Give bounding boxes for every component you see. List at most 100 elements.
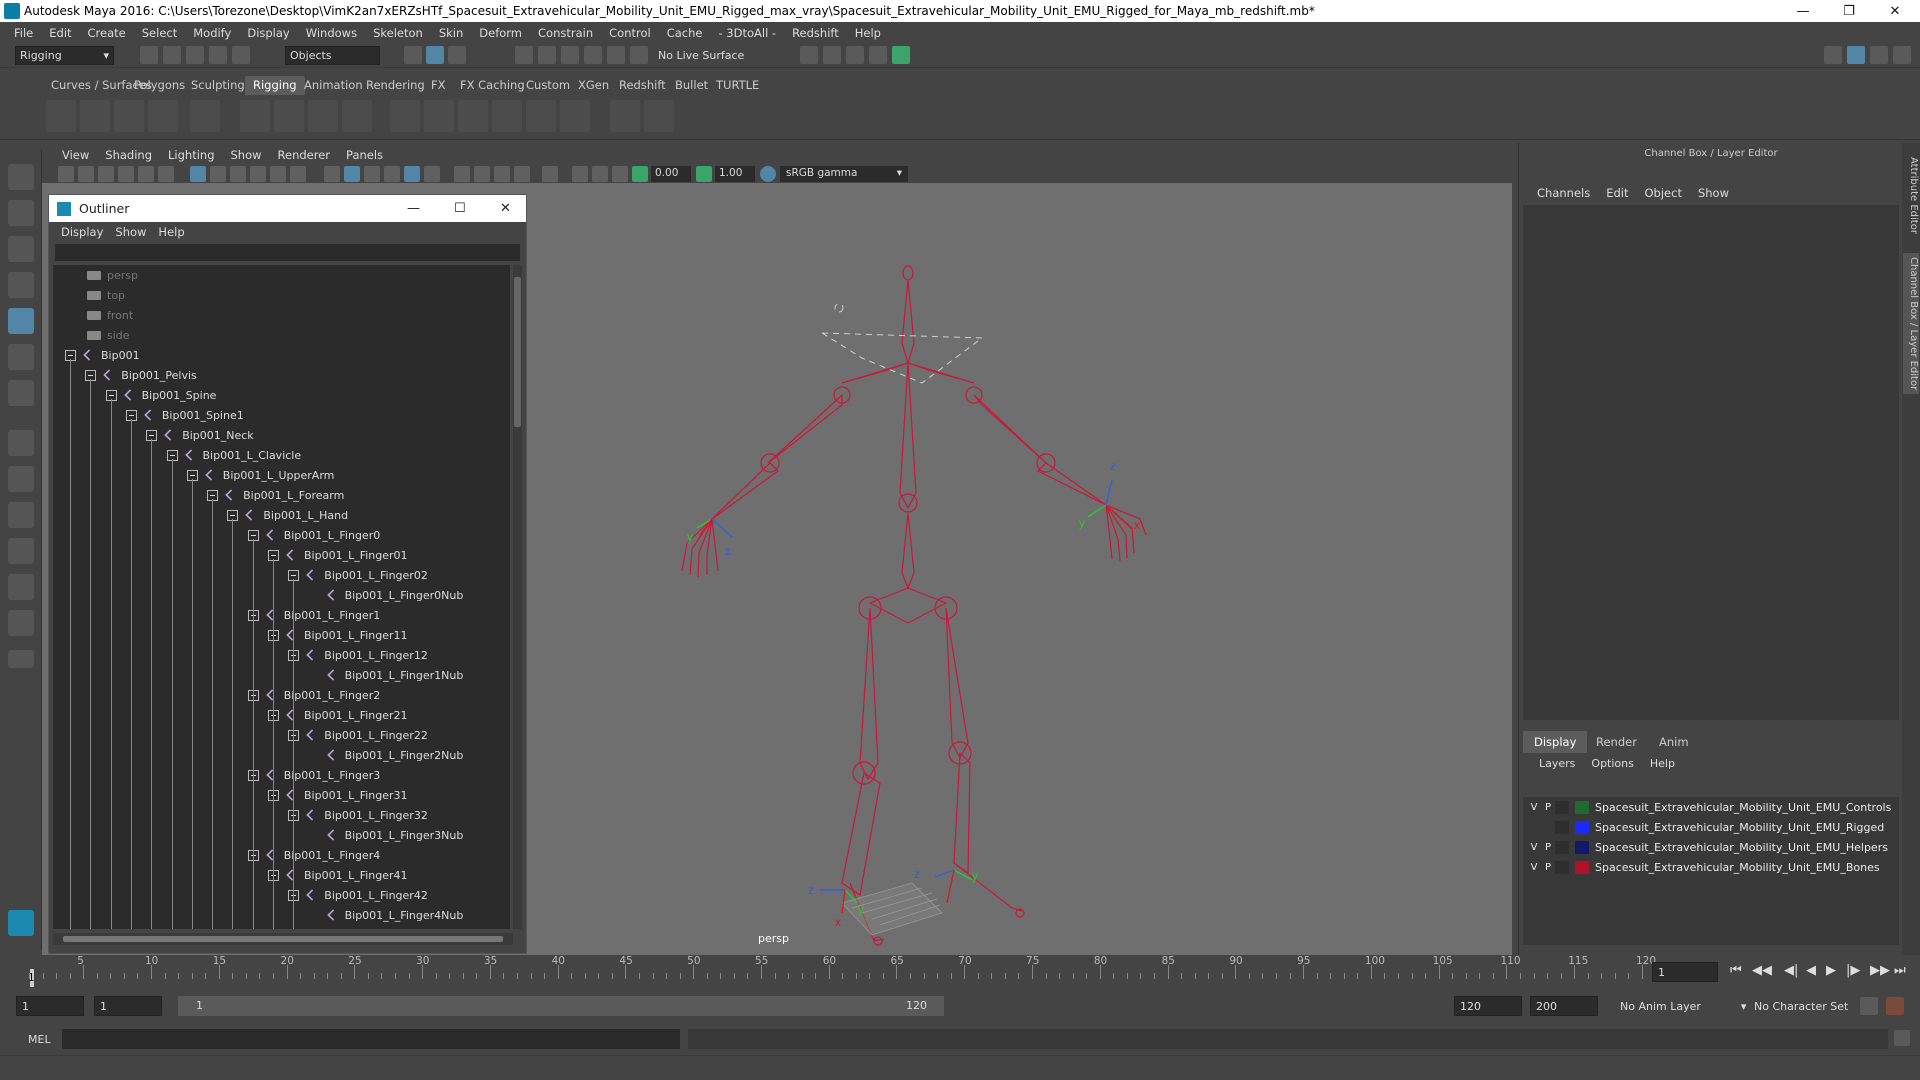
maximize-button[interactable]: ❐ <box>1826 0 1872 22</box>
menu-create[interactable]: Create <box>80 26 134 40</box>
wireframe-on-shaded-icon[interactable] <box>364 166 380 182</box>
outliner-joint-item[interactable]: Bip001_L_Finger01 <box>268 545 408 565</box>
layer-display-type-toggle[interactable] <box>1555 840 1569 854</box>
outliner-joint-item[interactable]: Bip001_L_UpperArm <box>186 465 334 485</box>
layer-menu-options[interactable]: Options <box>1583 757 1641 770</box>
shelf-tab-redshift[interactable]: Redshift <box>611 76 674 95</box>
outliner-joint-item[interactable]: Bip001_L_Finger2Nub <box>309 745 463 765</box>
play-forwards-icon[interactable]: ▶ <box>1826 963 1836 978</box>
outliner-joint-item[interactable]: Bip001_L_Finger4Nub <box>309 905 463 925</box>
hypershade-icon[interactable] <box>892 46 910 64</box>
outliner-camera-item[interactable]: persp <box>87 265 138 285</box>
step-back-key-icon[interactable]: ◀◀ <box>1752 963 1772 978</box>
exposure-field[interactable]: 0.00 <box>651 166 691 182</box>
move-tool-icon[interactable] <box>8 272 34 298</box>
ik-handle-icon[interactable] <box>80 100 110 132</box>
snap-curve-icon[interactable] <box>538 46 556 64</box>
layer-visibility-toggle[interactable]: V <box>1527 862 1541 873</box>
redo-icon[interactable] <box>232 46 250 64</box>
layer-row[interactable]: V P Spacesuit_Extravehicular_Mobility_Unit… <box>1523 857 1899 877</box>
wrap-icon[interactable] <box>308 100 338 132</box>
safe-action-icon[interactable] <box>290 166 306 182</box>
scale-tool-icon[interactable] <box>8 344 34 370</box>
menu-control[interactable]: Control <box>601 26 659 40</box>
outliner-joint-item[interactable]: Bip001_L_Finger3Nub <box>309 825 463 845</box>
step-forward-key-icon[interactable]: ▶▶ <box>1870 963 1890 978</box>
layer-menu-help[interactable]: Help <box>1642 757 1683 770</box>
depth-of-field-icon[interactable] <box>514 166 530 182</box>
shelf-tab-rendering[interactable]: Rendering <box>358 76 433 95</box>
copy-weights-icon[interactable] <box>492 100 522 132</box>
outliner-joint-item[interactable]: Bip001_L_Finger11 <box>268 625 408 645</box>
step-forward-frame-icon[interactable]: |▶ <box>1846 963 1860 978</box>
layer-display-type-toggle[interactable] <box>1555 820 1569 834</box>
anti-aliasing-icon[interactable] <box>494 166 510 182</box>
image-plane-icon[interactable] <box>118 166 134 182</box>
close-button[interactable]: ✕ <box>1872 0 1918 22</box>
outliner-menu-show[interactable]: Show <box>109 225 152 239</box>
outliner-joint-item[interactable]: Bip001_L_Finger1Nub <box>309 665 463 685</box>
step-back-frame-icon[interactable]: ◀| <box>1784 963 1798 978</box>
field-chart-icon[interactable] <box>270 166 286 182</box>
outliner-joint-item[interactable]: Bip001_L_Finger21 <box>268 705 408 725</box>
outliner-joint-item[interactable]: Bip001_L_Forearm <box>207 485 344 505</box>
layer-color-swatch[interactable] <box>1575 840 1589 854</box>
auto-key-icon[interactable] <box>1860 997 1878 1015</box>
side-by-side-layout-icon[interactable] <box>8 502 34 528</box>
isolate-select-icon[interactable] <box>542 166 558 182</box>
rotate-tool-icon[interactable] <box>8 308 34 334</box>
xray-components-icon[interactable] <box>612 166 628 182</box>
grid-toggle-icon[interactable] <box>190 166 206 182</box>
toggle-attribute-editor-icon[interactable] <box>1893 46 1911 64</box>
animation-start-field[interactable]: 1 <box>16 996 84 1016</box>
insert-joint-icon[interactable] <box>148 100 178 132</box>
layer-tab-render[interactable]: Render <box>1585 731 1648 753</box>
outliner-joint-item[interactable]: Bip001_L_Finger2 <box>247 685 380 705</box>
mirror-weights-icon[interactable] <box>458 100 488 132</box>
outliner-joint-item[interactable]: Bip001_L_Finger0Nub <box>309 585 463 605</box>
gamma-icon[interactable] <box>696 166 712 182</box>
select-tool-icon[interactable] <box>8 164 34 190</box>
menu-windows[interactable]: Windows <box>298 26 365 40</box>
detach-skin-icon[interactable] <box>526 100 556 132</box>
xray-joints-icon[interactable] <box>592 166 608 182</box>
snap-point-icon[interactable] <box>561 46 579 64</box>
viewport-menu-renderer[interactable]: Renderer <box>270 148 339 162</box>
shadows-icon[interactable] <box>424 166 440 182</box>
outliner-joint-item[interactable]: Bip001_L_Clavicle <box>166 445 301 465</box>
viewport-menu-view[interactable]: View <box>54 148 97 162</box>
outliner-joint-item[interactable]: Bip001_Spine1 <box>125 405 244 425</box>
new-scene-icon[interactable] <box>140 46 158 64</box>
persp-outliner-layout-icon[interactable] <box>8 574 34 600</box>
single-pane-layout-icon[interactable] <box>8 430 34 456</box>
textured-icon[interactable] <box>384 166 400 182</box>
menu-help[interactable]: Help <box>847 26 889 40</box>
layer-menu-layers[interactable]: Layers <box>1531 757 1583 770</box>
render-current-icon[interactable] <box>823 46 841 64</box>
layer-visibility-toggle[interactable]: V <box>1527 802 1541 813</box>
bind-skin-icon[interactable] <box>390 100 420 132</box>
view-transform-dropdown[interactable]: sRGB gamma ▾ <box>780 166 908 182</box>
play-backwards-icon[interactable]: ◀ <box>1806 963 1816 978</box>
point-constraint-icon[interactable] <box>644 100 674 132</box>
layer-color-swatch[interactable] <box>1575 800 1589 814</box>
smooth-shade-icon[interactable] <box>344 166 360 182</box>
resolution-gate-icon[interactable] <box>230 166 246 182</box>
playback-start-field[interactable]: 1 <box>94 996 162 1016</box>
script-language-label[interactable]: MEL <box>28 1033 51 1046</box>
menu-cache[interactable]: Cache <box>659 26 711 40</box>
ipr-render-icon[interactable] <box>846 46 864 64</box>
outliner-joint-item[interactable]: Bip001_Pelvis <box>85 365 197 385</box>
character-set-dropdown[interactable]: No Character Set <box>1754 1000 1848 1013</box>
range-slider[interactable]: 1 120 <box>178 996 944 1016</box>
menu-3dtoall[interactable]: - 3DtoAll - <box>710 26 784 40</box>
selection-mask-dropdown[interactable]: Objects <box>285 46 380 65</box>
shelf-tab-fx[interactable]: FX <box>423 76 454 95</box>
playback-end-field[interactable]: 120 <box>1454 996 1522 1016</box>
outliner-horizontal-scrollbar[interactable] <box>53 933 513 945</box>
outliner-menu-display[interactable]: Display <box>55 225 109 239</box>
blendshape-icon[interactable] <box>342 100 372 132</box>
outliner-joint-item[interactable]: Bip001_L_Finger02 <box>288 565 428 585</box>
menu-skeleton[interactable]: Skeleton <box>365 26 431 40</box>
menu-file[interactable]: File <box>6 26 41 40</box>
